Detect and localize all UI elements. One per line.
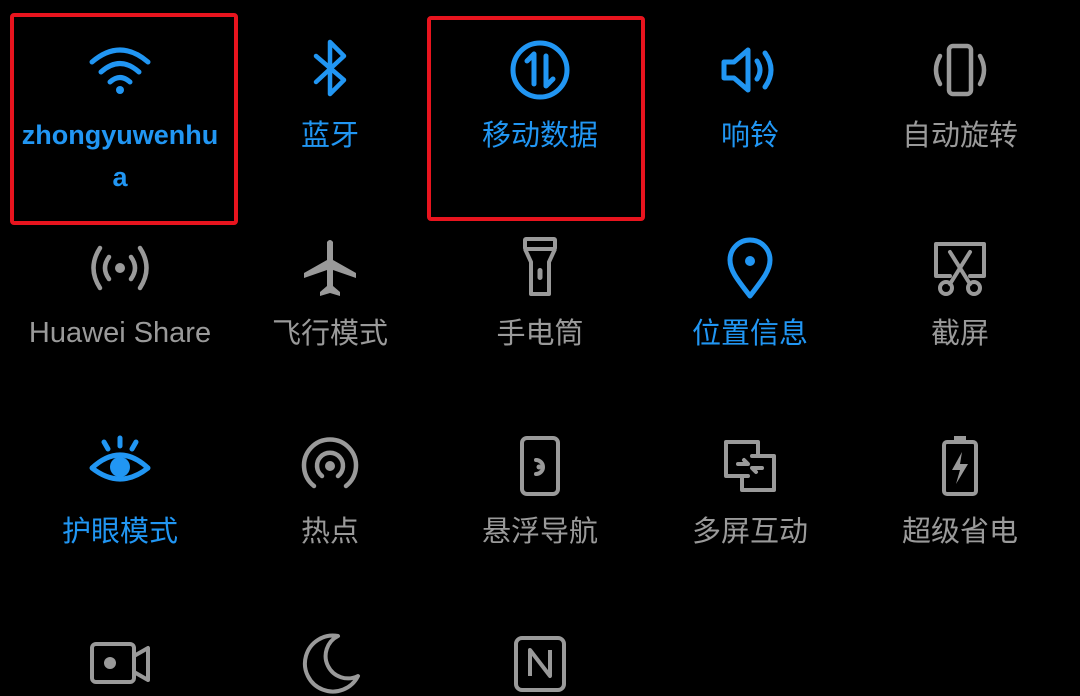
location-label: 位置信息 bbox=[691, 316, 808, 350]
hotspot-tile[interactable]: 热点 bbox=[225, 434, 435, 552]
wifi-highlight-box bbox=[10, 13, 238, 225]
airplane-mode-tile[interactable]: 飞行模式 bbox=[225, 236, 435, 354]
ring-volume-icon bbox=[718, 38, 782, 102]
hotspot-icon bbox=[298, 434, 362, 498]
screenshot-icon bbox=[928, 236, 992, 300]
location-tile[interactable]: 位置信息 bbox=[645, 236, 855, 354]
nfc-icon bbox=[508, 632, 572, 696]
flashlight-icon bbox=[508, 236, 572, 300]
screen-recorder-icon bbox=[88, 632, 152, 696]
battery-saver-tile[interactable]: 超级省电 bbox=[855, 434, 1065, 552]
auto-rotate-icon bbox=[928, 38, 992, 102]
airplane-icon bbox=[298, 236, 362, 300]
huawei-share-icon bbox=[88, 236, 152, 300]
airplane-mode-label: 飞行模式 bbox=[271, 316, 388, 350]
huawei-share-label: Huawei Share bbox=[28, 317, 212, 349]
eye-comfort-tile[interactable]: 护眼模式 bbox=[15, 434, 225, 552]
eye-icon bbox=[88, 434, 152, 498]
ring-tile[interactable]: 响铃 bbox=[645, 38, 855, 156]
flashlight-tile[interactable]: 手电筒 bbox=[435, 236, 645, 354]
screen-recorder-tile[interactable] bbox=[15, 632, 225, 696]
auto-rotate-tile[interactable]: 自动旋转 bbox=[855, 38, 1065, 156]
floating-navigation-icon bbox=[508, 434, 572, 498]
nfc-tile[interactable] bbox=[435, 632, 645, 696]
huawei-share-tile[interactable]: Huawei Share bbox=[15, 236, 225, 354]
hotspot-label: 热点 bbox=[300, 514, 359, 548]
screenshot-label: 截屏 bbox=[930, 316, 989, 350]
floating-navigation-tile[interactable]: 悬浮导航 bbox=[435, 434, 645, 552]
location-icon bbox=[718, 236, 782, 300]
flashlight-label: 手电筒 bbox=[496, 316, 584, 350]
floating-navigation-label: 悬浮导航 bbox=[481, 514, 598, 548]
multi-screen-label: 多屏互动 bbox=[691, 514, 808, 548]
screenshot-tile[interactable]: 截屏 bbox=[855, 236, 1065, 354]
auto-rotate-label: 自动旋转 bbox=[901, 118, 1018, 152]
bluetooth-tile[interactable]: 蓝牙 bbox=[225, 38, 435, 156]
multi-screen-tile[interactable]: 多屏互动 bbox=[645, 434, 855, 552]
moon-icon bbox=[298, 632, 362, 696]
multi-screen-icon bbox=[718, 434, 782, 498]
battery-saver-label: 超级省电 bbox=[901, 514, 1018, 548]
eye-night-tile[interactable] bbox=[225, 632, 435, 696]
ring-label: 响铃 bbox=[720, 118, 779, 152]
bluetooth-label: 蓝牙 bbox=[300, 118, 359, 152]
eye-comfort-label: 护眼模式 bbox=[61, 514, 178, 548]
mobile-data-highlight-box bbox=[427, 16, 645, 221]
battery-saver-icon bbox=[928, 434, 992, 498]
bluetooth-icon bbox=[298, 38, 362, 102]
